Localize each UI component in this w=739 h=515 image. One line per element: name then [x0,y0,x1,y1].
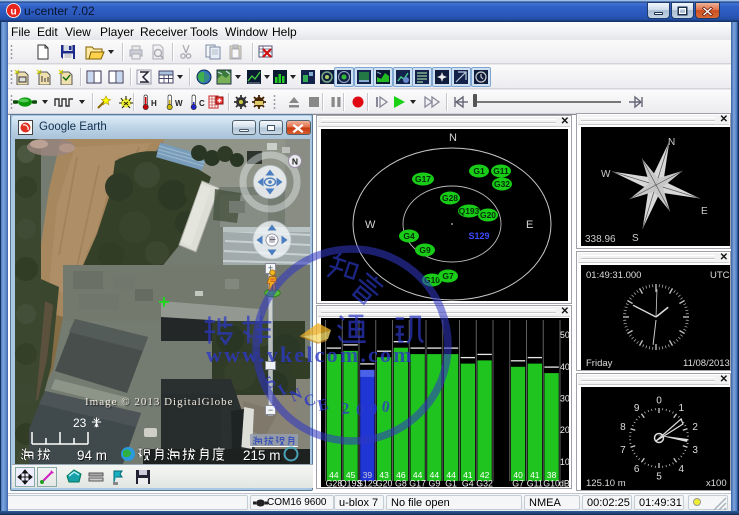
svg-text:G9: G9 [419,245,431,255]
svg-text:50: 50 [560,330,569,340]
svg-text:N: N [292,157,298,167]
svg-text:G32: G32 [476,479,493,488]
svg-text:E: E [526,219,533,231]
svg-text:Friday: Friday [586,358,613,369]
svg-text:10: 10 [560,457,569,467]
svg-text:30: 30 [560,394,569,404]
svg-text:7: 7 [620,445,626,456]
svg-text:dB: dB [559,479,569,488]
svg-text:01:49:31.000: 01:49:31.000 [586,270,641,281]
svg-text:H: H [151,99,157,108]
svg-text:3: 3 [692,445,698,456]
svg-text:C: C [199,99,205,108]
svg-text:S129: S129 [357,479,378,488]
svg-text:x100: x100 [706,478,727,489]
svg-text:G8: G8 [395,479,407,488]
svg-text:40: 40 [560,362,569,372]
svg-text:338.96: 338.96 [585,234,616,245]
svg-text:S: S [632,233,639,244]
svg-text:G1: G1 [445,479,457,488]
svg-text:G1: G1 [473,166,485,176]
svg-text:125.10 m: 125.10 m [586,478,626,489]
svg-text:G4: G4 [462,479,474,488]
svg-text:215 m: 215 m [243,448,281,463]
svg-text:Q193: Q193 [459,206,480,216]
svg-text:23: 23 [73,416,87,430]
svg-text:G9: G9 [429,479,441,488]
svg-text:W: W [365,219,376,231]
svg-text:9: 9 [634,403,640,414]
svg-text:G20: G20 [480,210,496,220]
svg-text:UTC: UTC [710,270,730,281]
svg-text:6: 6 [634,464,640,475]
svg-text:N: N [668,137,675,148]
svg-text:N: N [449,132,457,144]
svg-text:11/08/2013: 11/08/2013 [683,358,730,369]
svg-text:E: E [701,206,708,217]
svg-text:G17: G17 [415,174,431,184]
svg-text:W: W [601,169,611,180]
svg-text:2: 2 [692,422,698,433]
svg-text:G10: G10 [424,275,440,285]
svg-text:G11: G11 [527,479,543,488]
svg-text:W: W [175,99,183,108]
svg-text:G20: G20 [376,479,393,488]
svg-text:20: 20 [560,425,569,435]
svg-text:G10: G10 [543,479,560,488]
svg-text:u: u [10,7,16,18]
svg-text:G11: G11 [493,166,509,176]
svg-text:G32: G32 [494,179,510,189]
svg-text:G7: G7 [442,271,454,281]
svg-text:1: 1 [679,403,685,414]
svg-text:G4: G4 [403,231,415,241]
svg-text:G28: G28 [442,193,458,203]
svg-text:0: 0 [656,396,662,407]
svg-text:S129: S129 [468,231,489,241]
svg-text:94 m: 94 m [77,448,107,463]
svg-text:8: 8 [620,422,626,433]
svg-text:4: 4 [679,464,685,475]
svg-text:G7: G7 [512,479,524,488]
svg-text:G17: G17 [409,479,426,488]
svg-text:5: 5 [656,472,662,483]
